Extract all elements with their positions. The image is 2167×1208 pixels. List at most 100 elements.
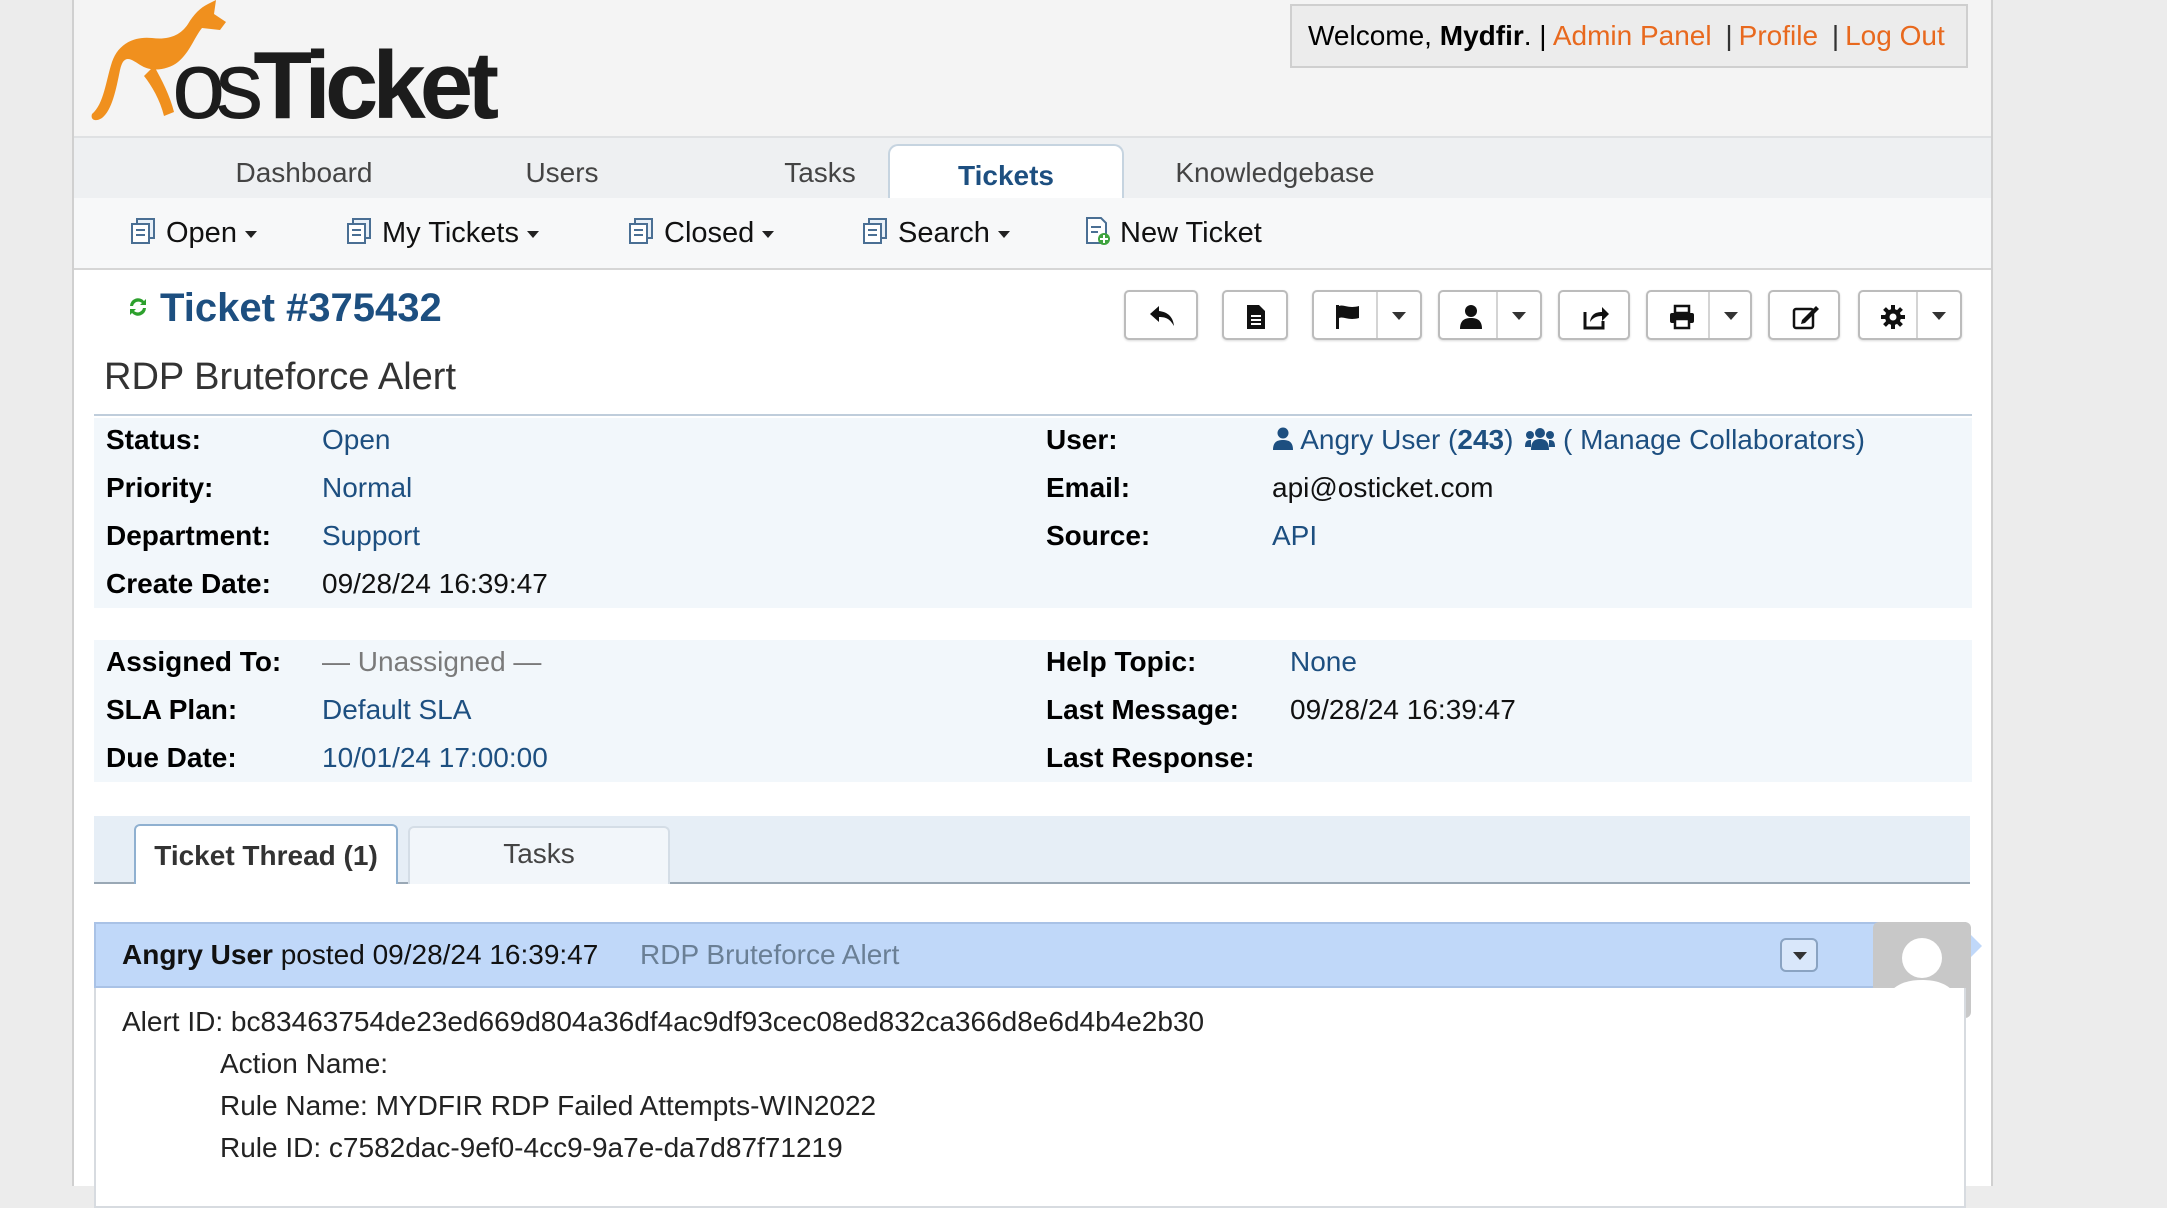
chevron-down-icon xyxy=(1512,312,1526,320)
department-label: Department: xyxy=(106,520,271,551)
user-icon xyxy=(1460,305,1482,329)
collaborators-icon[interactable] xyxy=(1525,427,1556,451)
ticket-number[interactable]: Ticket #375432 xyxy=(160,286,442,330)
admin-panel-link[interactable]: Admin Panel xyxy=(1553,20,1712,51)
welcome-text: Welcome, xyxy=(1308,20,1440,51)
sla-plan-label: SLA Plan: xyxy=(106,694,238,725)
source-label: Source: xyxy=(1046,520,1151,551)
refresh-icon[interactable] xyxy=(126,295,150,319)
tickets-icon xyxy=(347,218,371,245)
tab-thread-tasks[interactable]: Tasks xyxy=(408,826,670,884)
edit-button[interactable] xyxy=(1768,290,1840,340)
chevron-down-icon xyxy=(762,230,775,238)
assigned-to-label: Assigned To: xyxy=(106,646,282,677)
assigned-to-value[interactable]: — Unassigned — xyxy=(322,646,541,678)
sla-plan-value[interactable]: Default SLA xyxy=(322,694,471,726)
subnav-new-ticket[interactable]: New Ticket xyxy=(1082,198,1262,268)
subnav-new-ticket-label: New Ticket xyxy=(1120,217,1262,249)
more-options-button[interactable] xyxy=(1858,290,1962,340)
username: Mydfir xyxy=(1439,20,1524,51)
print-icon xyxy=(1670,304,1694,330)
subnav-open-label: Open xyxy=(166,217,237,249)
logout-link[interactable]: Log Out xyxy=(1845,20,1945,51)
edit-icon xyxy=(1792,306,1819,330)
thread-tabs-bar: Ticket Thread (1) Tasks xyxy=(94,816,1970,884)
subnav-open[interactable]: Open xyxy=(128,198,257,268)
status-value[interactable]: Open xyxy=(322,424,391,456)
tab-users[interactable]: Users xyxy=(414,138,710,200)
post-note-button[interactable] xyxy=(1222,290,1288,340)
chevron-down-icon xyxy=(1724,312,1738,320)
tab-knowledgebase[interactable]: Knowledgebase xyxy=(1140,138,1410,200)
ticket-details-panel: Status: Open Priority: Normal Department… xyxy=(94,418,1972,608)
create-date-value: 09/28/24 16:39:47 xyxy=(322,568,548,599)
due-date-value[interactable]: 10/01/24 17:00:00 xyxy=(322,742,548,774)
user-welcome-box: Welcome, Mydfir. | Admin Panel | Profile … xyxy=(1290,4,1968,68)
status-label: Status: xyxy=(106,424,201,455)
reply-icon xyxy=(1150,306,1174,326)
user-name-link[interactable]: Angry User xyxy=(1300,424,1440,455)
subnav-search[interactable]: Search xyxy=(860,198,1010,268)
alert-id-line: Alert ID: bc83463754de23ed669d804a36df4a… xyxy=(122,1006,1205,1037)
flag-icon xyxy=(1336,305,1359,329)
subnav-search-label: Search xyxy=(898,217,990,249)
gear-icon xyxy=(1881,305,1905,329)
rule-name-line: Rule Name: MYDFIR RDP Failed Attempts-WI… xyxy=(220,1090,877,1121)
print-button[interactable] xyxy=(1646,290,1752,340)
tab-ticket-thread[interactable]: Ticket Thread (1) xyxy=(134,824,398,884)
header: osTicket Welcome, Mydfir. | Admin Panel … xyxy=(74,0,1991,136)
tickets-icon xyxy=(131,218,155,245)
help-topic-value[interactable]: None xyxy=(1290,646,1357,678)
assign-button[interactable] xyxy=(1438,290,1542,340)
subnav-my-tickets[interactable]: My Tickets xyxy=(344,198,539,268)
action-name-line: Action Name: xyxy=(220,1048,389,1079)
subnav-closed-label: Closed xyxy=(664,217,755,249)
transfer-button[interactable] xyxy=(1558,290,1630,340)
ticket-title-row: Ticket #375432 xyxy=(126,286,442,331)
file-icon xyxy=(1247,305,1265,329)
source-value[interactable]: API xyxy=(1272,520,1317,552)
logo-ticket: Ticket xyxy=(253,32,499,139)
priority-label: Priority: xyxy=(106,472,214,503)
entry-title: RDP Bruteforce Alert xyxy=(640,939,900,970)
user-label: User: xyxy=(1046,424,1118,455)
tickets-icon xyxy=(863,218,887,245)
email-value: api@osticket.com xyxy=(1272,472,1494,503)
subnav-closed[interactable]: Closed xyxy=(626,198,775,268)
tab-tickets[interactable]: Tickets xyxy=(888,144,1124,204)
thread-entry-header: Angry User posted 09/28/24 16:39:47 RDP … xyxy=(94,922,1966,988)
email-label: Email: xyxy=(1046,472,1131,503)
assignment-panel: Assigned To: — Unassigned — SLA Plan: De… xyxy=(94,640,1972,782)
department-value[interactable]: Support xyxy=(322,520,420,552)
entry-meta: Angry User posted 09/28/24 16:39:47 xyxy=(122,924,598,986)
entry-options-button[interactable] xyxy=(1780,938,1818,972)
priority-value[interactable]: Normal xyxy=(322,472,412,504)
chevron-down-icon xyxy=(997,230,1010,238)
due-date-label: Due Date: xyxy=(106,742,237,773)
last-response-label: Last Response: xyxy=(1046,742,1255,773)
share-icon xyxy=(1583,307,1609,330)
help-topic-label: Help Topic: xyxy=(1046,646,1197,677)
chevron-down-icon xyxy=(244,230,257,238)
chevron-down-icon xyxy=(1932,312,1946,320)
user-value: Angry User (243) ( Manage Collaborators) xyxy=(1272,424,1865,456)
create-date-label: Create Date: xyxy=(106,568,271,599)
ticket-subnav: Open My Tickets Closed Search New Ticket xyxy=(74,198,1991,270)
reply-button[interactable] xyxy=(1124,290,1198,340)
user-icon xyxy=(1273,427,1293,450)
welcome-suffix: . | xyxy=(1523,20,1547,51)
last-message-value: 09/28/24 16:39:47 xyxy=(1290,694,1516,725)
subnav-my-tickets-label: My Tickets xyxy=(382,217,519,249)
thread-entry-body: Alert ID: bc83463754de23ed669d804a36df4a… xyxy=(94,988,1966,1208)
user-ticket-count[interactable]: 243 xyxy=(1457,424,1504,455)
profile-link[interactable]: Profile xyxy=(1739,20,1818,51)
flag-button[interactable] xyxy=(1312,290,1422,340)
logo-wordmark: osTicket xyxy=(172,38,499,134)
tab-dashboard[interactable]: Dashboard xyxy=(156,138,452,200)
manage-collaborators-link[interactable]: ( Manage Collaborators) xyxy=(1563,424,1865,455)
main-nav: Dashboard Users Tasks Tickets Knowledgeb… xyxy=(74,136,1991,204)
new-ticket-icon xyxy=(1086,217,1110,246)
divider xyxy=(94,414,1972,416)
logo-os: os xyxy=(172,32,263,139)
chevron-down-icon xyxy=(1793,952,1807,960)
